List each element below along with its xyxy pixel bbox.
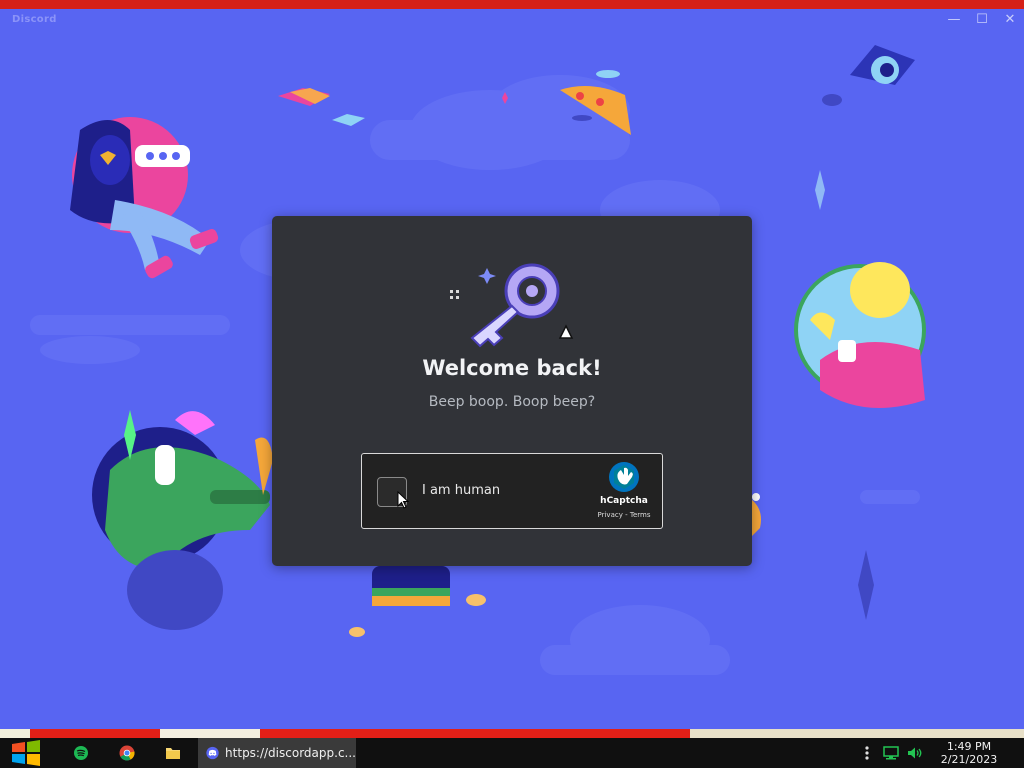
clock-time: 1:49 PM [946,740,992,753]
green-creature-illustration [92,410,273,630]
file-explorer-taskbar-button[interactable] [160,738,186,768]
welcome-title: Welcome back! [422,356,602,380]
close-button[interactable]: ✕ [998,11,1022,29]
app-title: Discord [12,14,57,25]
links-separator: - [622,511,630,519]
network-tray-button[interactable] [880,738,902,768]
volume-tray-button[interactable] [904,738,926,768]
screen: Discord — ☐ ✕ Welcome back! Beep boop. B… [0,0,1024,768]
network-icon [883,746,899,760]
minimize-button[interactable]: — [942,11,966,29]
windows-logo-icon [12,740,40,766]
hcaptcha-brand: hCaptcha [600,496,648,506]
window-titlebar: Discord — ☐ ✕ [0,9,1024,31]
start-button[interactable] [6,738,46,768]
desktop-top-strip [0,0,1024,9]
discord-window: Discord — ☐ ✕ Welcome back! Beep boop. B… [0,9,1024,729]
person-illustration [70,117,219,279]
welcome-subtitle: Beep boop. Boop beep? [428,394,596,410]
taskbar-task-label: https://discordapp.c... [225,746,356,760]
terms-link[interactable]: Terms [630,511,651,519]
key-icon [450,263,574,348]
spotify-icon [74,746,88,760]
privacy-link[interactable]: Privacy [598,511,623,519]
spotify-taskbar-button[interactable] [68,738,94,768]
chrome-taskbar-button[interactable] [114,738,140,768]
discord-icon [206,746,219,760]
login-modal: Welcome back! Beep boop. Boop beep? I am… [272,216,752,566]
woman-illustration [794,262,926,408]
captcha-label: I am human [422,483,501,498]
tray-overflow-button[interactable] [860,738,874,768]
more-icon [865,746,869,760]
creature-top-right [822,45,915,106]
chrome-icon [119,745,135,761]
discord-taskbar-task[interactable]: https://discordapp.c... [198,738,356,768]
captcha-links: Privacy - Terms [582,511,666,519]
mouse-cursor-icon [397,491,409,509]
desktop-lower-strip [0,729,1024,738]
folder-icon [166,748,180,759]
volume-icon [908,747,922,759]
taskbar: https://discordapp.c... 1:49 PM 2/21/202… [0,738,1024,768]
hcaptcha-logo-icon [609,462,639,492]
clock-date: 2/21/2023 [940,753,998,766]
maximize-button[interactable]: ☐ [970,11,994,29]
taskbar-clock[interactable]: 1:49 PM 2/21/2023 [932,740,1006,766]
